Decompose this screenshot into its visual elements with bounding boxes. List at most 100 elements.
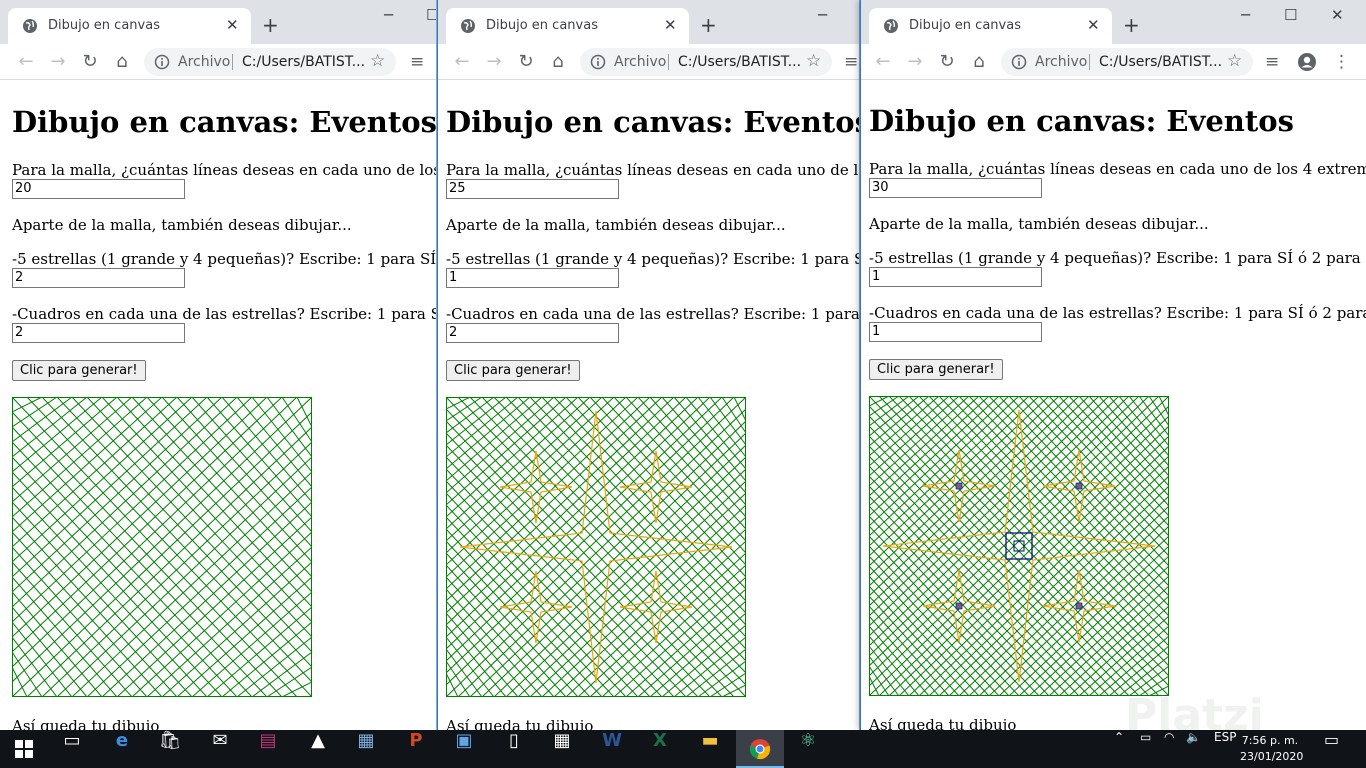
maximize-icon[interactable]: ☐ xyxy=(426,6,436,24)
wifi-icon[interactable]: ◠ xyxy=(1164,730,1174,768)
new-tab-button[interactable]: + xyxy=(1123,14,1140,36)
tab-dibujo-canvas[interactable]: Dibujo en canvas ✕ xyxy=(869,8,1112,44)
home-icon[interactable]: ⌂ xyxy=(967,50,991,74)
address-label: Archivo xyxy=(614,54,667,70)
address-bar[interactable]: Archivo C:/Users/BATIST... ☆ xyxy=(580,48,832,76)
close-tab-icon[interactable]: ✕ xyxy=(1087,17,1100,34)
page-title: Dibujo en canvas: Eventos xyxy=(446,105,860,139)
squares-input[interactable]: 1 xyxy=(869,322,1042,342)
battery-icon[interactable]: ▭ xyxy=(1140,730,1151,768)
reload-icon[interactable]: ↻ xyxy=(935,50,959,74)
mesh-lines-input[interactable]: 25 xyxy=(446,179,619,199)
start-icon[interactable] xyxy=(0,730,48,768)
extras-question: Aparte de la malla, también deseas dibuj… xyxy=(12,216,352,234)
reload-icon[interactable]: ↻ xyxy=(514,50,538,74)
store-icon[interactable]: 🛍 xyxy=(146,730,194,768)
new-tab-button[interactable]: + xyxy=(262,14,279,36)
bookmark-star-icon[interactable]: ☆ xyxy=(1227,51,1242,71)
minimize-icon[interactable]: ─ xyxy=(1241,6,1250,24)
file-explorer-icon[interactable]: ▬ xyxy=(686,730,734,768)
tab-dibujo-canvas[interactable]: Dibujo en canvas ✕ xyxy=(8,8,251,44)
edge-icon[interactable]: e xyxy=(98,730,146,768)
back-icon[interactable]: ← xyxy=(450,50,474,74)
media-control-icon[interactable]: ≡ xyxy=(410,50,424,74)
notepad-icon[interactable]: ▯ xyxy=(490,730,538,768)
mesh-lines-input[interactable]: 30 xyxy=(869,178,1042,198)
stars-question: -5 estrellas (1 grande y 4 pequeñas)? Es… xyxy=(869,249,1366,267)
mail-icon[interactable]: ✉ xyxy=(196,730,244,768)
address-bar[interactable]: Archivo C:/Users/BATIST... ☆ xyxy=(1001,48,1253,76)
stars xyxy=(459,410,733,684)
close-tab-icon[interactable]: ✕ xyxy=(664,17,677,34)
mesh-lines xyxy=(12,397,312,697)
back-icon[interactable]: ← xyxy=(14,50,38,74)
squares-input[interactable]: 2 xyxy=(12,323,185,343)
drawing-canvas xyxy=(446,397,746,697)
mesh-lines xyxy=(869,396,1169,696)
notifications-icon[interactable]: ▭ xyxy=(1324,730,1339,768)
profile-icon[interactable] xyxy=(1297,52,1317,72)
address-url[interactable]: C:/Users/BATIST... xyxy=(678,54,801,70)
close-tab-icon[interactable]: ✕ xyxy=(226,17,239,34)
close-window-icon[interactable]: ✕ xyxy=(1331,6,1344,24)
small-star xyxy=(619,450,693,524)
stars-input[interactable]: 1 xyxy=(869,267,1042,287)
generate-button[interactable]: Clic para generar! xyxy=(869,359,1003,380)
photos-icon[interactable]: ▲ xyxy=(294,730,342,768)
bookmark-star-icon[interactable]: ☆ xyxy=(370,51,385,71)
powerpoint-icon[interactable]: P xyxy=(392,730,440,768)
excel-icon[interactable]: X xyxy=(636,730,684,768)
language-indicator[interactable]: ESP xyxy=(1214,730,1236,768)
mesh-lines-input[interactable]: 20 xyxy=(12,179,185,199)
media-control-icon[interactable]: ≡ xyxy=(844,50,858,74)
canvas-svg xyxy=(446,397,746,697)
forward-icon[interactable]: → xyxy=(903,50,927,74)
atom-icon[interactable]: ⚛ xyxy=(784,730,832,768)
back-icon[interactable]: ← xyxy=(871,50,895,74)
home-icon[interactable]: ⌂ xyxy=(110,50,134,74)
minimize-icon[interactable]: ─ xyxy=(818,6,827,24)
control-panel-icon[interactable]: ▣ xyxy=(440,730,488,768)
drawing-caption: Así queda tu dibujo xyxy=(446,717,594,730)
address-url[interactable]: C:/Users/BATIST... xyxy=(1099,54,1222,70)
stars-question: -5 estrellas (1 grande y 4 pequeñas)? Es… xyxy=(12,250,437,268)
page-content: Dibujo en canvas: Eventos Para la malla,… xyxy=(438,80,859,730)
clock-time: 7:56 p. m. xyxy=(1241,734,1299,747)
media-control-icon[interactable]: ≡ xyxy=(1265,50,1279,74)
stars-input[interactable]: 1 xyxy=(446,268,619,288)
tab-dibujo-canvas[interactable]: Dibujo en canvas ✕ xyxy=(446,8,689,44)
winrar-icon[interactable]: ▤ xyxy=(244,730,292,768)
clock[interactable]: 7:56 p. m. 23/01/2020 xyxy=(1240,733,1303,765)
menu-kebab-icon[interactable]: ⋮ xyxy=(1333,50,1350,74)
task-view-icon[interactable]: ▭ xyxy=(48,730,96,768)
browser-window-3: Dibujo en canvas ✕ + ─ ☐ ✕ ← → ↻ ⌂ Archi… xyxy=(860,0,1366,730)
small-star xyxy=(619,570,693,644)
maximize-icon[interactable]: ☐ xyxy=(1284,6,1297,24)
chevron-up-icon[interactable]: ⌃ xyxy=(1114,730,1124,768)
page-content: Dibujo en canvas: Eventos Para la malla,… xyxy=(861,80,1366,730)
mesh-lines xyxy=(446,397,746,697)
generate-button[interactable]: Clic para generar! xyxy=(446,360,580,381)
minimize-icon[interactable]: ─ xyxy=(384,6,393,24)
extras-question: Aparte de la malla, también deseas dibuj… xyxy=(869,215,1209,233)
scanner-icon[interactable]: ▦ xyxy=(342,730,390,768)
stars-input[interactable]: 2 xyxy=(12,268,185,288)
generate-button[interactable]: Clic para generar! xyxy=(12,360,146,381)
address-bar[interactable]: Archivo C:/Users/BATIST... ☆ xyxy=(144,48,396,76)
globe-icon xyxy=(461,19,475,33)
forward-icon[interactable]: → xyxy=(46,50,70,74)
bookmark-star-icon[interactable]: ☆ xyxy=(806,51,821,71)
new-tab-button[interactable]: + xyxy=(700,14,717,36)
forward-icon[interactable]: → xyxy=(482,50,506,74)
calculator-icon[interactable]: ▦ xyxy=(538,730,586,768)
address-url[interactable]: C:/Users/BATIST... xyxy=(242,54,365,70)
home-icon[interactable]: ⌂ xyxy=(546,50,570,74)
squares-input[interactable]: 2 xyxy=(446,323,619,343)
address-separator xyxy=(668,54,669,70)
word-icon[interactable]: W xyxy=(588,730,636,768)
tab-title: Dibujo en canvas xyxy=(48,18,160,33)
chrome-icon[interactable] xyxy=(736,730,784,768)
reload-icon[interactable]: ↻ xyxy=(78,50,102,74)
drawing-canvas xyxy=(12,397,312,697)
volume-icon[interactable]: 🔈 xyxy=(1186,730,1201,768)
